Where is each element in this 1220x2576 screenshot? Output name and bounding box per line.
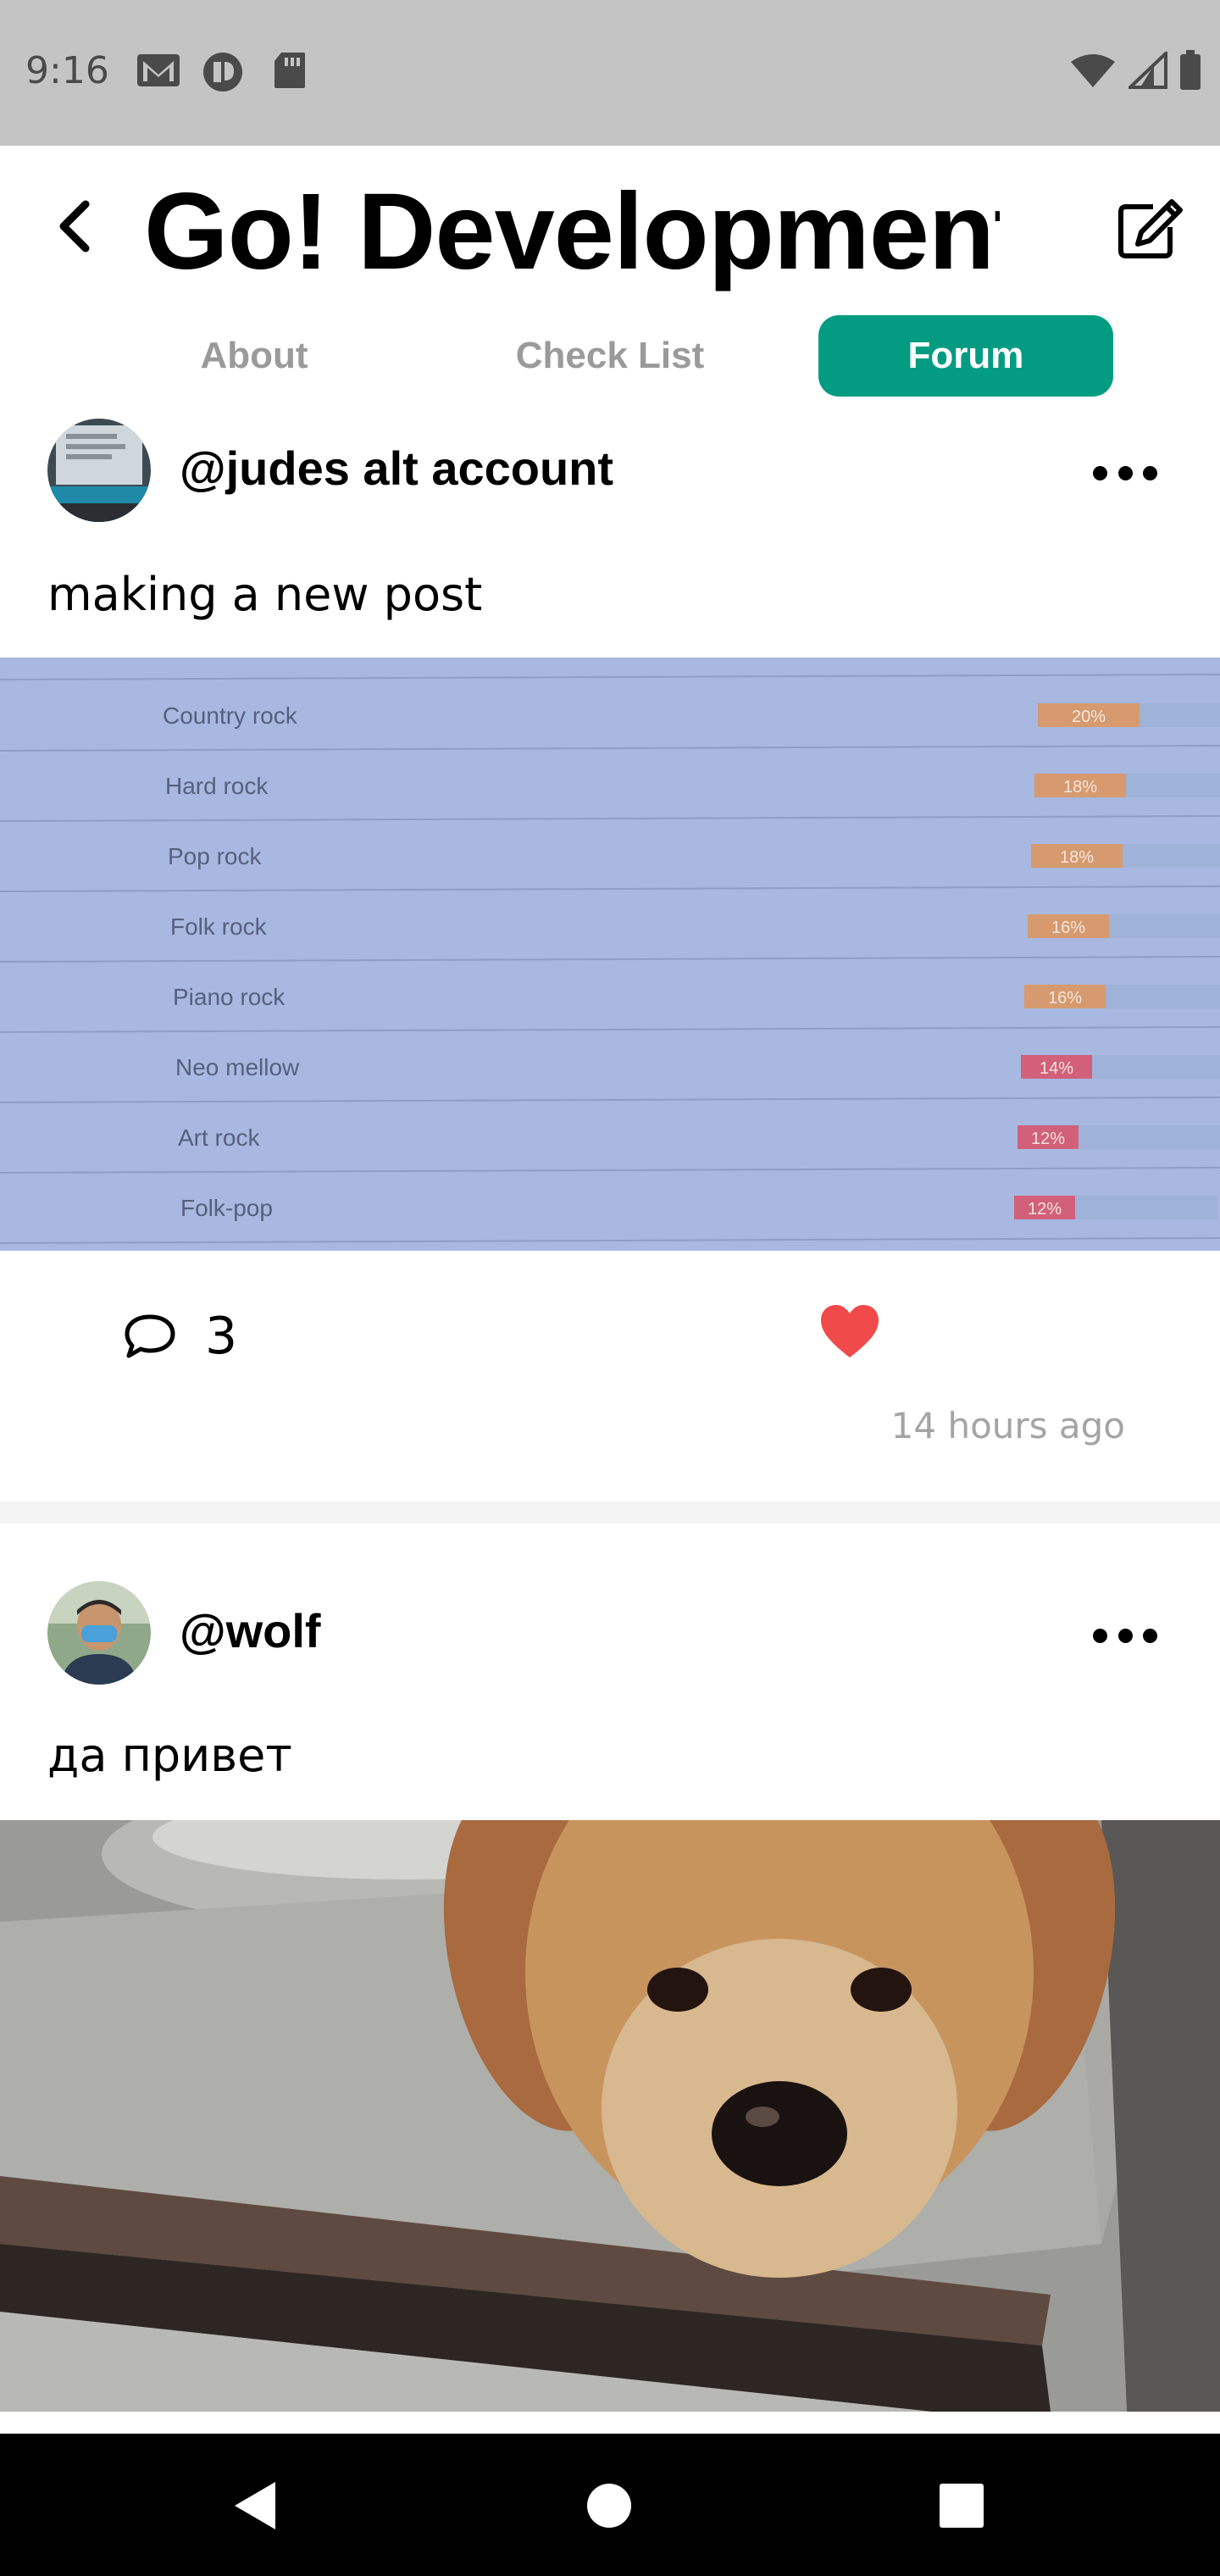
dog-photo — [0, 1820, 1220, 2412]
nav-back-button[interactable] — [217, 2468, 293, 2544]
nav-home-button[interactable] — [571, 2468, 647, 2544]
post-text: да привет — [47, 1729, 292, 1782]
post-username[interactable]: @wolf — [180, 1603, 321, 1658]
post-image[interactable] — [0, 1820, 1220, 2412]
home-nav-icon — [587, 2484, 631, 2528]
avatar[interactable] — [47, 1581, 151, 1685]
nav-recents-button[interactable] — [923, 2468, 1000, 2544]
forum-post: @wolf да привет — [0, 0, 1220, 2434]
back-nav-icon — [235, 2482, 275, 2529]
recents-nav-icon — [940, 2484, 984, 2528]
system-nav-bar — [0, 2434, 1220, 2576]
more-options-button[interactable] — [1093, 1618, 1157, 1652]
